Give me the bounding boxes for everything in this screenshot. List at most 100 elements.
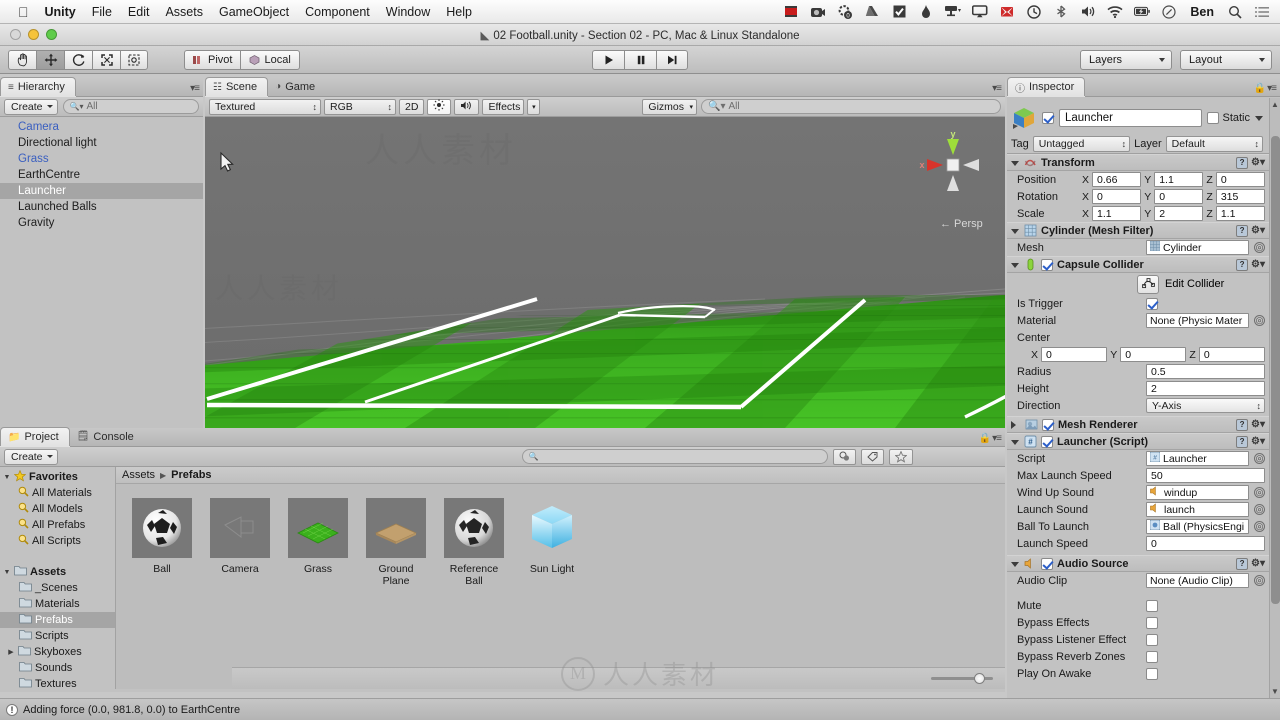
help-icon[interactable]: ? <box>1236 156 1249 169</box>
hierarchy-item-directional-light[interactable]: Directional light <box>0 135 203 151</box>
hierarchy-item-earthcentre[interactable]: EarthCentre <box>0 167 203 183</box>
play-button[interactable] <box>592 49 624 70</box>
scene-lighting-toggle[interactable] <box>427 98 452 115</box>
collider-center-z-field[interactable]: 0 <box>1198 347 1266 362</box>
tab-project[interactable]: 📁 Project <box>0 427 70 446</box>
bluetooth-icon[interactable] <box>1053 4 1069 20</box>
scale-tool-button[interactable] <box>92 49 120 70</box>
foldout-icon[interactable] <box>1011 562 1019 567</box>
mesh-object-picker[interactable]: ◎ <box>1254 242 1265 253</box>
help-icon[interactable]: ? <box>1236 224 1249 237</box>
object-enabled-checkbox[interactable] <box>1042 112 1054 124</box>
collider-center-y-field[interactable]: 0 <box>1120 347 1187 362</box>
position-x-field[interactable]: 0.66 <box>1092 172 1142 187</box>
inspector-options-icon[interactable]: 🔒 ▾≡ <box>1254 83 1277 94</box>
asset-item-camera[interactable]: Camera <box>210 498 270 587</box>
tab-hierarchy[interactable]: ≡ Hierarchy <box>0 77 76 96</box>
mute-checkbox[interactable] <box>1146 599 1158 612</box>
scene-viewport[interactable]: y x ← Persp 人人素材 人人素材 <box>205 117 1005 428</box>
flame-icon[interactable] <box>918 4 934 20</box>
bypass-listener-effect-checkbox[interactable] <box>1146 633 1158 646</box>
scroll-down-icon[interactable]: ▼ <box>1271 687 1279 696</box>
tree-item-favorites[interactable]: ▼ Favorites <box>0 469 115 485</box>
edit-collider-button[interactable] <box>1137 274 1159 294</box>
tree-item-sounds[interactable]: Sounds <box>0 660 115 676</box>
rotate-tool-button[interactable] <box>64 49 92 70</box>
menu-unity[interactable]: Unity <box>45 5 76 19</box>
gear-icon[interactable]: ⚙▾ <box>1251 225 1265 236</box>
inspector-scroll-thumb[interactable] <box>1271 136 1280 604</box>
breadcrumb-prefabs[interactable]: Prefabs <box>171 469 211 481</box>
mesh-renderer-enabled-checkbox[interactable] <box>1042 418 1054 431</box>
play-on-awake-checkbox[interactable] <box>1146 667 1158 680</box>
component-header-audio-source[interactable]: Audio Source ? ⚙▾ <box>1007 555 1269 572</box>
drive-icon[interactable] <box>864 4 880 20</box>
menu-edit[interactable]: Edit <box>128 5 150 19</box>
asset-item-ball[interactable]: Ball <box>132 498 192 587</box>
rotation-z-field[interactable]: 315 <box>1215 189 1266 204</box>
menu-component[interactable]: Component <box>305 5 370 19</box>
position-y-field[interactable]: 1.1 <box>1154 172 1204 187</box>
checkbox-app-icon[interactable] <box>891 4 907 20</box>
status-bar[interactable]: ! Adding force (0.0, 981.8, 0.0) to Eart… <box>0 698 1280 720</box>
notification-center-icon[interactable] <box>1254 4 1270 20</box>
gear-icon[interactable]: ⚙▾ <box>1251 558 1265 569</box>
collider-center-x-field[interactable]: 0 <box>1041 347 1108 362</box>
asset-item-reference-ball[interactable]: Reference Ball <box>444 498 504 587</box>
hierarchy-item-gravity[interactable]: Gravity <box>0 215 203 231</box>
apple-icon[interactable]:  <box>18 5 29 19</box>
launch-sound-picker[interactable]: ◎ <box>1254 504 1265 515</box>
tab-game[interactable]: ◑ Game <box>268 77 325 96</box>
hierarchy-options-icon[interactable]: ▾≡ <box>190 83 200 94</box>
scale-x-field[interactable]: 1.1 <box>1092 206 1142 221</box>
component-header-mesh-filter[interactable]: Cylinder (Mesh Filter) ? ⚙▾ <box>1007 222 1269 239</box>
gear-icon[interactable]: ⚙▾ <box>1251 419 1265 430</box>
project-options-icon[interactable]: 🔒 ▾≡ <box>979 433 1002 444</box>
script-object-field[interactable]: # Launcher <box>1146 451 1249 466</box>
wifi-icon[interactable] <box>1107 4 1123 20</box>
tree-item-all-materials[interactable]: All Materials <box>0 485 115 501</box>
tree-item-prefabs[interactable]: Prefabs <box>0 612 115 628</box>
component-header-capsule-collider[interactable]: Capsule Collider ? ⚙▾ <box>1007 256 1269 273</box>
hierarchy-item-launched-balls[interactable]: Launched Balls <box>0 199 203 215</box>
filter-by-label-button[interactable] <box>860 448 884 465</box>
filter-by-type-button[interactable] <box>832 448 856 465</box>
component-header-launcher-script[interactable]: # Launcher (Script) ? ⚙▾ <box>1007 433 1269 450</box>
time-machine-icon[interactable] <box>1026 4 1042 20</box>
rect-transform-tool-button[interactable] <box>120 49 148 70</box>
scene-options-icon[interactable]: ▾≡ <box>992 83 1002 94</box>
static-checkbox[interactable] <box>1207 112 1220 124</box>
foldout-icon[interactable] <box>1011 420 1020 429</box>
capsule-collider-enabled-checkbox[interactable] <box>1041 258 1053 271</box>
tab-scene[interactable]: ☷ Scene <box>205 77 269 96</box>
hierarchy-item-camera[interactable]: Camera <box>0 119 203 135</box>
collider-height-field[interactable]: 2 <box>1146 381 1265 396</box>
script-object-picker[interactable]: ◎ <box>1254 453 1265 464</box>
settings-badge-icon[interactable]: 0 <box>837 4 853 20</box>
is-trigger-checkbox[interactable] <box>1146 297 1158 310</box>
macos-username[interactable]: Ben <box>1190 5 1214 19</box>
object-name-field[interactable]: Launcher <box>1059 109 1203 127</box>
scene-gizmos-dropdown[interactable]: Gizmos ▾ <box>642 98 697 115</box>
tree-item-materials[interactable]: Materials <box>0 596 115 612</box>
scene-color-mode-dropdown[interactable]: RGB <box>324 98 396 115</box>
hand-tool-button[interactable] <box>8 49 36 70</box>
battery-charging-icon[interactable] <box>1134 4 1151 20</box>
airplay-icon[interactable] <box>972 4 988 20</box>
asset-item-grass[interactable]: Grass <box>288 498 348 587</box>
launcher-script-enabled-checkbox[interactable] <box>1041 435 1053 448</box>
tree-item-all-scripts[interactable]: All Scripts <box>0 533 115 549</box>
breadcrumb-assets[interactable]: Assets <box>122 469 155 481</box>
hierarchy-item-grass[interactable]: Grass <box>0 151 203 167</box>
chevron-right-icon[interactable]: ▶ <box>7 648 15 656</box>
scene-effects-arrow[interactable]: ▾ <box>527 98 541 115</box>
gear-icon[interactable]: ⚙▾ <box>1251 259 1265 270</box>
search-icon[interactable] <box>1227 4 1243 20</box>
asset-item-sun-light[interactable]: Sun Light <box>522 498 582 587</box>
audio-source-enabled-checkbox[interactable] <box>1041 557 1053 570</box>
max-launch-speed-field[interactable]: 50 <box>1146 468 1265 483</box>
hierarchy-search-input[interactable]: 🔍▾ All <box>62 99 199 114</box>
tag-dropdown[interactable]: Untagged <box>1032 135 1131 152</box>
camera-icon[interactable] <box>810 4 826 20</box>
screen-recorder-icon[interactable] <box>783 4 799 20</box>
